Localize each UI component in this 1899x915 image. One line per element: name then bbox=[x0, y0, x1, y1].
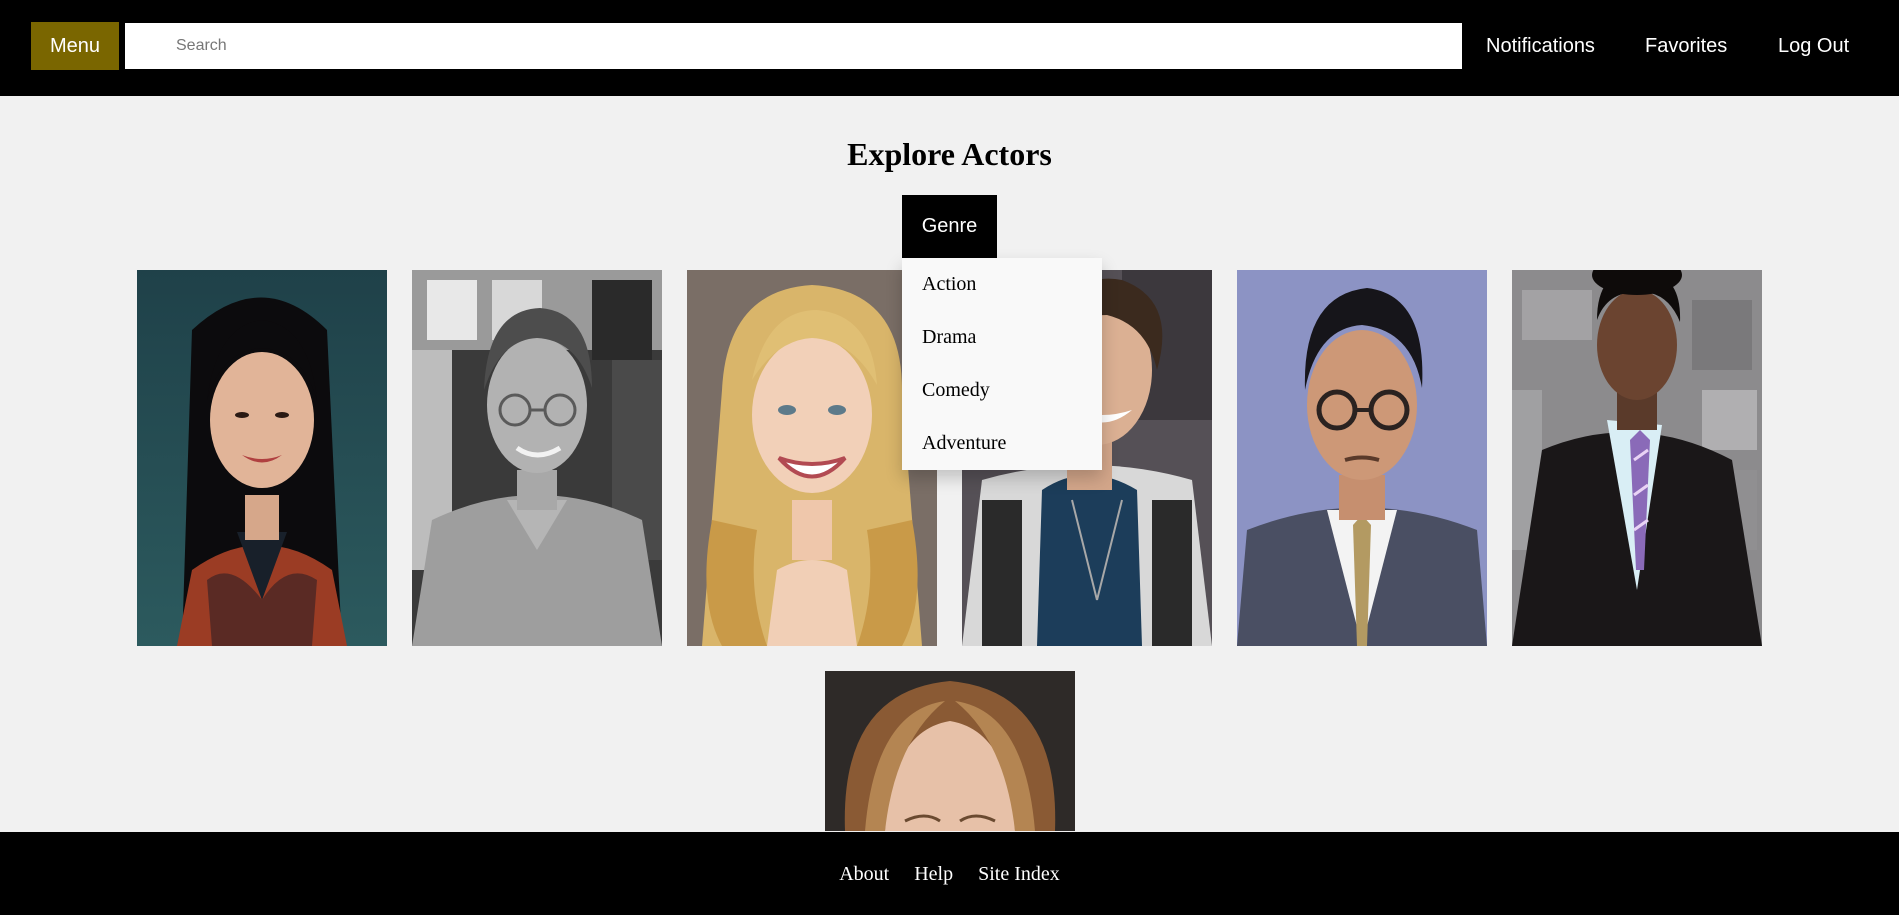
genre-option-action[interactable]: Action bbox=[902, 258, 1102, 311]
actor-portrait-image bbox=[1512, 270, 1762, 646]
actor-portrait-image bbox=[412, 270, 662, 646]
actor-photo[interactable] bbox=[137, 270, 387, 646]
actor-photo[interactable] bbox=[825, 671, 1075, 831]
actor-portrait-image bbox=[137, 270, 387, 646]
page-title: Explore Actors bbox=[847, 136, 1052, 172]
notifications-link[interactable]: Notifications bbox=[1486, 34, 1595, 58]
actor-photo[interactable] bbox=[687, 270, 937, 646]
genre-dropdown-button[interactable]: Genre bbox=[902, 195, 997, 258]
footer-links: About Help Site Index bbox=[0, 862, 1899, 886]
search-box bbox=[125, 23, 1462, 69]
actor-portrait-image bbox=[687, 270, 937, 646]
menu-button[interactable]: Menu bbox=[31, 22, 119, 70]
genre-option-adventure[interactable]: Adventure bbox=[902, 417, 1102, 470]
footer-link-about[interactable]: About bbox=[839, 863, 889, 885]
log-out-link[interactable]: Log Out bbox=[1778, 34, 1849, 58]
footer-link-help[interactable]: Help bbox=[914, 863, 953, 885]
genre-dropdown-menu: Action Drama Comedy Adventure bbox=[902, 258, 1102, 470]
search-input[interactable] bbox=[125, 23, 1462, 69]
actor-portrait-image bbox=[825, 671, 1075, 831]
actor-portrait-image bbox=[1237, 270, 1487, 646]
top-navigation-bar: Menu Notifications Favorites Log Out bbox=[0, 0, 1899, 96]
genre-option-comedy[interactable]: Comedy bbox=[902, 364, 1102, 417]
footer: About Help Site Index bbox=[0, 832, 1899, 915]
favorites-link[interactable]: Favorites bbox=[1645, 34, 1727, 58]
actor-photo[interactable] bbox=[412, 270, 662, 646]
footer-link-site-index[interactable]: Site Index bbox=[978, 863, 1060, 885]
genre-option-drama[interactable]: Drama bbox=[902, 311, 1102, 364]
actor-photo[interactable] bbox=[1237, 270, 1487, 646]
actor-photo[interactable] bbox=[1512, 270, 1762, 646]
